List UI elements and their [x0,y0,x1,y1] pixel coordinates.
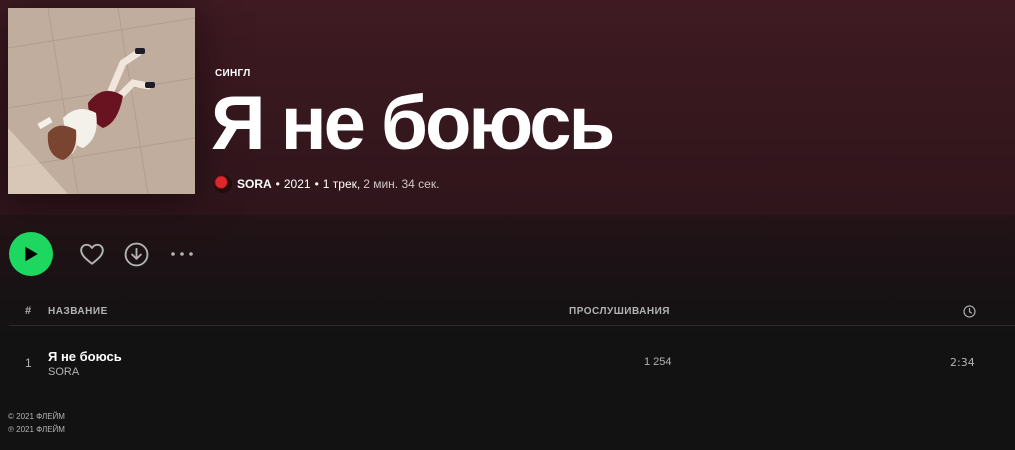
download-button[interactable] [124,242,149,267]
play-button[interactable] [9,232,53,276]
track-count: 1 трек, [322,177,361,191]
separator-dot: • [314,177,319,191]
release-year: 2021 [283,177,311,191]
column-header-title[interactable]: НАЗВАНИЕ [48,306,108,317]
column-header-number: # [25,305,32,317]
cover-art [8,8,195,194]
column-header-plays[interactable]: ПРОСЛУШИВАНИЯ [569,306,670,317]
page-title: Я не боюсь [211,81,615,166]
more-icon [171,252,193,256]
separator-dot: • [275,177,280,191]
phonogram-copyright-text: ℗ 2021 ФЛЕЙМ [8,425,65,434]
more-options-button[interactable] [170,250,194,258]
release-type-label: СИНГЛ [215,68,251,79]
artist-link[interactable]: SORA [237,177,272,191]
artist-avatar[interactable] [214,175,232,193]
clock-icon[interactable] [963,305,976,318]
table-divider [9,325,1015,326]
like-button[interactable] [79,241,105,267]
track-title[interactable]: Я не боюсь [48,349,122,364]
track-number: 1 [25,356,32,370]
content-background [0,215,1015,450]
heart-icon [80,243,104,265]
table-row[interactable]: 1 Я не боюсь SORA 1 254 2:34 [0,340,1015,384]
download-icon [124,242,149,267]
track-artist[interactable]: SORA [48,366,79,378]
release-meta: SORA • 2021 • 1 трек, 2 мин. 34 сек. [214,175,439,193]
track-duration: 2:34 [950,356,975,369]
copyright-text: © 2021 ФЛЕЙМ [8,412,65,421]
total-duration: 2 мин. 34 сек. [363,177,440,191]
play-icon [25,246,38,262]
track-plays: 1 254 [644,356,672,368]
